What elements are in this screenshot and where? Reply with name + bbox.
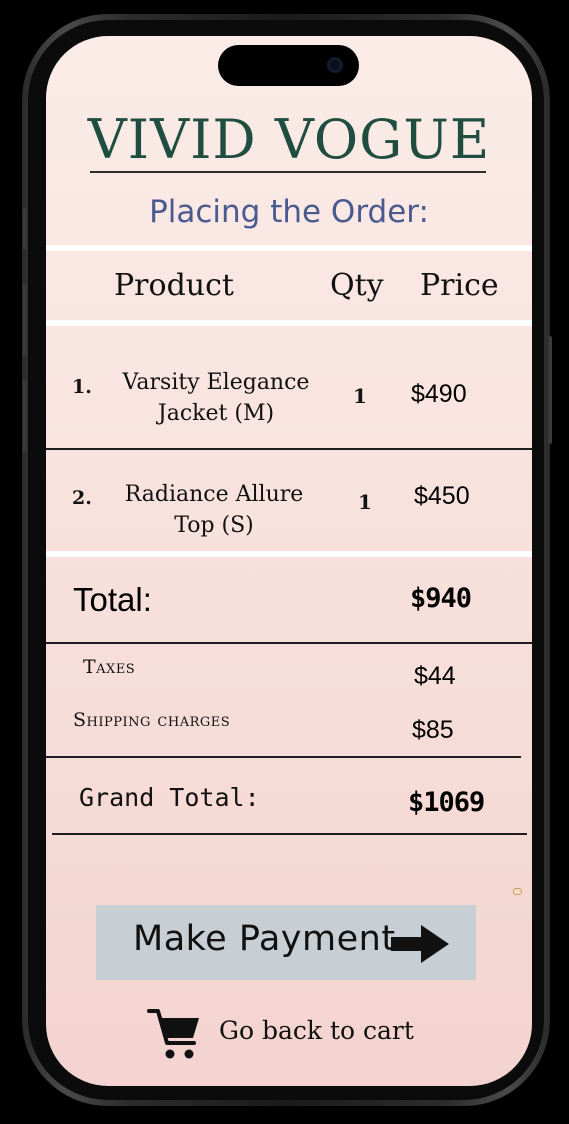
product-name-line: Top (S) [174, 513, 254, 538]
side-button-volume-down [23, 380, 27, 452]
front-camera-icon [327, 57, 343, 73]
grand-total-divider [52, 833, 527, 835]
arrow-right-icon [391, 925, 449, 963]
row-qty: 1 [358, 490, 372, 514]
summary-divider [46, 642, 532, 644]
shipping-value: $85 [412, 716, 454, 744]
product-name-line: Jacket (M) [157, 401, 275, 426]
divider-band [46, 551, 532, 557]
brand-title: VIVID VOGUE [87, 108, 491, 171]
product-name-line: Varsity Elegance [122, 370, 310, 395]
side-button-silent [23, 208, 27, 250]
taxes-label-text: Taxes [83, 656, 136, 678]
header-product: Product [114, 268, 234, 303]
row-index: 1. [72, 376, 92, 398]
decorative-speck [513, 888, 522, 895]
row-qty: 1 [353, 384, 367, 408]
header-qty: Qty [330, 268, 384, 303]
product-name-line: Radiance Allure [124, 482, 304, 507]
back-to-cart-label: Go back to cart [219, 1016, 414, 1045]
taxes-value: $44 [414, 662, 456, 690]
product-name: Radiance Allure Top (S) [116, 479, 312, 541]
total-value: $940 [410, 583, 472, 614]
summary-divider [46, 756, 521, 758]
shipping-label: Shipping charges [73, 709, 230, 731]
make-payment-button[interactable]: Make Payment [96, 905, 476, 980]
row-price: $450 [414, 482, 470, 510]
header-price: Price [420, 268, 499, 303]
grand-total-label: Grand Total: [79, 783, 260, 812]
make-payment-label: Make Payment [133, 919, 396, 959]
screen: VIVID VOGUE Placing the Order: Product Q… [46, 36, 532, 1086]
side-button-power [548, 336, 552, 444]
row-divider [46, 448, 532, 450]
dynamic-island [218, 45, 359, 86]
divider-band [46, 245, 532, 251]
taxes-label: Taxes [83, 656, 135, 678]
page-subtitle: Placing the Order: [149, 194, 429, 230]
divider-band [46, 320, 532, 326]
total-label: Total: [73, 581, 152, 618]
row-index: 2. [72, 487, 92, 509]
grand-total-value: $1069 [408, 787, 485, 818]
shipping-label-text: Shipping charges [73, 709, 231, 731]
product-name: Varsity Elegance Jacket (M) [118, 367, 314, 429]
side-button-volume-up [23, 284, 27, 356]
row-price: $490 [411, 380, 467, 408]
brand-underline [90, 171, 486, 173]
shopping-cart-icon [147, 1009, 199, 1059]
